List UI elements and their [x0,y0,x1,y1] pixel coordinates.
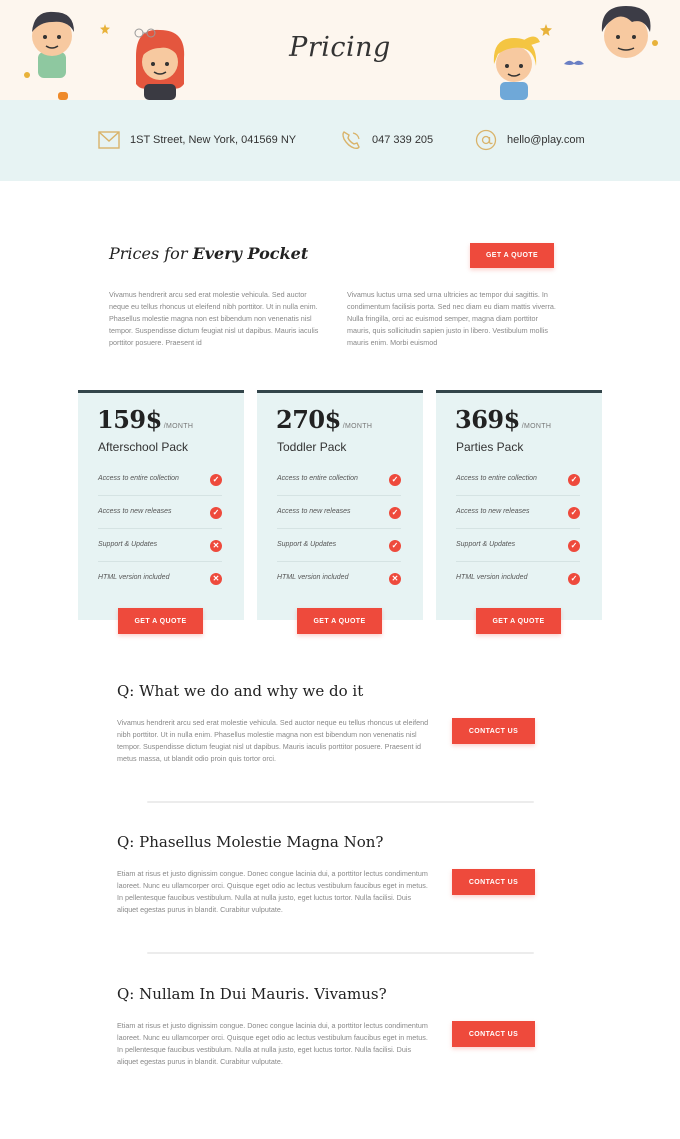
feature-label: Access to new releases [277,508,351,515]
plan-quote-button[interactable]: GET A QUOTE [297,608,382,634]
contact-us-button[interactable]: CONTACT US [452,869,535,895]
dot-icon [24,72,30,78]
get-quote-button[interactable]: GET A QUOTE [470,243,554,268]
feature-label: Access to entire collection [98,475,179,482]
cross-icon: ✕ [210,540,222,552]
section-title: Prices for Every Pocket [109,244,308,263]
feature-row: Access to entire collection ✓ [456,463,580,496]
intro-column-2: Vivamus luctus urna sed urna ultricies a… [347,290,556,347]
page-title: Pricing [289,32,391,63]
contact-phone: 047 339 205 [340,126,433,154]
contact-us-button[interactable]: CONTACT US [452,1021,535,1047]
check-icon: ✓ [210,507,222,519]
feature-row: Support & Updates ✓ [277,529,401,562]
price-period: /MONTH [521,423,552,430]
price-period: /MONTH [163,423,194,430]
plan-quote-button[interactable]: GET A QUOTE [118,608,203,634]
feature-row: Access to new releases ✓ [456,496,580,529]
pricing-card: 369$/MONTH Parties Pack Access to entire c… [436,390,602,620]
plan-quote-button[interactable]: GET A QUOTE [476,608,561,634]
feature-label: Support & Updates [277,541,337,548]
check-icon: ✓ [210,474,222,486]
feature-label: Access to entire collection [456,475,537,482]
divider [147,952,534,954]
feature-label: Access to entire collection [277,475,358,482]
pricing-card: 159$/MONTH Afterschool Pack Access to enti… [78,390,244,620]
feature-row: HTML version included ✕ [98,562,222,595]
feature-label: Support & Updates [456,541,516,548]
feature-row: Access to new releases ✓ [277,496,401,529]
feature-row: Access to new releases ✓ [98,496,222,529]
feature-label: HTML version included [277,574,349,581]
title-bold: Every Pocket [192,244,309,263]
intro-column-1: Vivamus hendrerit arcu sed erat molestie… [109,290,319,347]
title-light: Prices for [109,244,188,263]
contact-email: hello@play.com [475,126,585,154]
shape-icon [58,92,68,100]
check-icon: ✓ [568,507,580,519]
feature-row: Support & Updates ✓ [456,529,580,562]
mail-icon [98,131,120,149]
check-icon: ✓ [389,507,401,519]
price: 159$/MONTH [97,405,193,434]
check-icon: ✓ [389,474,401,486]
email-text[interactable]: hello@play.com [507,134,585,146]
divider [147,801,534,803]
faq-question: Q: What we do and why we do it [117,682,364,700]
feature-label: Support & Updates [98,541,158,548]
faq-question: Q: Nullam In Dui Mauris. Vivamus? [117,985,387,1003]
feature-row: Access to entire collection ✓ [98,463,222,496]
phone-icon [342,131,360,150]
check-icon: ✓ [389,540,401,552]
feature-row: Access to entire collection ✓ [277,463,401,496]
plan-name: Afterschool Pack [98,440,189,454]
faq-answer: Etiam at risus et justo dignissim congue… [117,1021,428,1066]
plan-name: Toddler Pack [277,440,347,454]
address-text: 1ST Street, New York, 041569 NY [130,134,297,146]
check-icon: ✓ [568,573,580,585]
contact-us-button[interactable]: CONTACT US [452,718,535,744]
contact-bar: 1ST Street, New York, 041569 NY 047 339 … [0,100,680,181]
faq-answer: Vivamus hendrerit arcu sed erat molestie… [117,718,429,763]
cross-icon: ✕ [210,573,222,585]
check-icon: ✓ [568,540,580,552]
price-period: /MONTH [342,423,373,430]
price: 270$/MONTH [276,405,372,434]
price-amount: 159$ [97,405,162,434]
plan-name: Parties Pack [456,440,524,454]
contact-address: 1ST Street, New York, 041569 NY [98,126,296,154]
price-amount: 270$ [276,405,341,434]
feature-row: HTML version included ✓ [456,562,580,595]
faq-answer: Etiam at risus et justo dignissim congue… [117,869,428,914]
feature-label: Access to new releases [456,508,530,515]
feature-row: HTML version included ✕ [277,562,401,595]
phone-text[interactable]: 047 339 205 [372,134,433,146]
feature-label: HTML version included [456,574,528,581]
pricing-card: 270$/MONTH Toddler Pack Access to entire c… [257,390,423,620]
faq-question: Q: Phasellus Molestie Magna Non? [117,833,384,851]
price: 369$/MONTH [455,405,551,434]
feature-label: Access to new releases [98,508,172,515]
price-amount: 369$ [455,405,520,434]
page-header: Pricing [0,0,680,100]
at-icon [475,129,497,151]
feature-row: Support & Updates ✕ [98,529,222,562]
cross-icon: ✕ [389,573,401,585]
feature-label: HTML version included [98,574,170,581]
check-icon: ✓ [568,474,580,486]
